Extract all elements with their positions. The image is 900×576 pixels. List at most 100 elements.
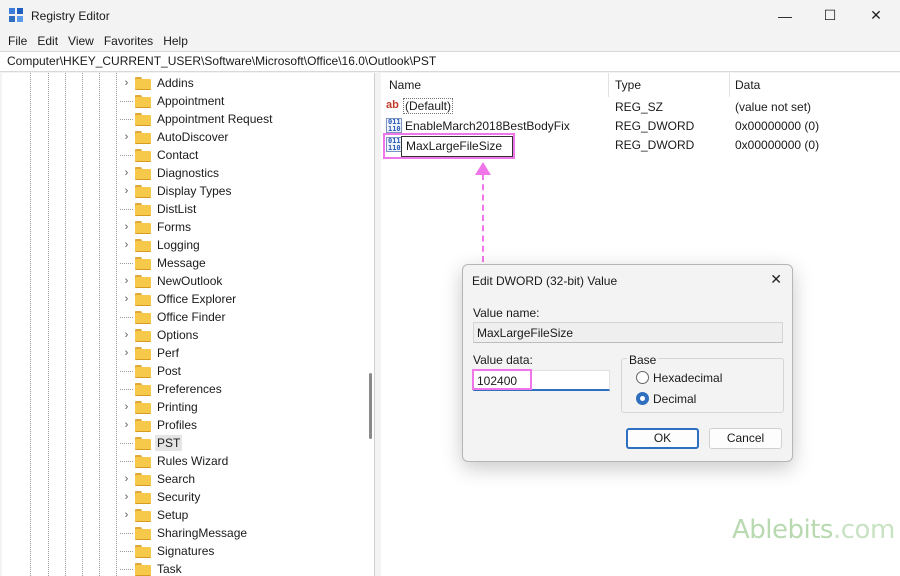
tree-item[interactable]: Signatures [120,542,214,560]
column-header-data[interactable]: Data [735,73,760,97]
folder-icon [135,490,151,504]
base-group-label: Base [627,353,659,367]
tree-item[interactable]: DistList [120,200,196,218]
value-name-field[interactable]: MaxLargeFileSize [473,322,783,343]
tree-item[interactable]: PST [120,434,183,452]
chevron-right-icon[interactable]: › [120,77,133,89]
tree-guide-line [99,73,100,576]
key-tree[interactable]: › Addins Appointment Appointment Request › Au… [2,73,375,576]
value-name-label: Value name: [473,306,540,320]
tree-item-label: Office Explorer [157,292,237,306]
chevron-right-icon[interactable]: › [120,491,133,503]
tree-item[interactable]: › Options [120,326,199,344]
tree-item[interactable]: › Forms [120,218,191,236]
chevron-right-icon[interactable]: › [120,509,133,521]
hexadecimal-label[interactable]: Hexadecimal [653,371,722,385]
tree-item[interactable]: Rules Wizard [120,452,228,470]
column-header-type[interactable]: Type [615,73,641,97]
tree-item[interactable]: Message [120,254,206,272]
tree-item[interactable]: › Security [120,488,201,506]
tree-item[interactable]: SharingMessage [120,524,247,542]
edit-dword-dialog: Edit DWORD (32-bit) Value ✕ Value name: … [462,264,793,462]
maximize-button[interactable]: ☐ [807,0,853,31]
tree-item[interactable]: › Display Types [120,182,232,200]
folder-icon [135,364,151,378]
tree-item-label: NewOutlook [157,274,223,288]
menu-bar: File Edit View Favorites Help [0,31,900,51]
chevron-right-icon[interactable]: › [120,329,133,341]
tree-connector [120,154,133,156]
tree-item[interactable]: › Addins [120,74,194,92]
tree-item[interactable]: › Office Explorer [120,290,237,308]
decimal-radio[interactable] [636,392,649,405]
tree-connector [120,316,133,318]
chevron-right-icon[interactable]: › [120,185,133,197]
column-divider[interactable] [729,73,730,97]
chevron-right-icon[interactable]: › [120,131,133,143]
minimize-button[interactable]: — [762,0,808,31]
tree-guide-line [65,73,66,576]
chevron-right-icon[interactable]: › [120,473,133,485]
chevron-right-icon[interactable]: › [120,221,133,233]
folder-icon [135,526,151,540]
menu-help[interactable]: Help [158,31,193,51]
tree-item[interactable]: Post [120,362,181,380]
decimal-label[interactable]: Decimal [653,392,696,406]
tree-item-label: DistList [157,202,197,216]
menu-view[interactable]: View [63,31,99,51]
chevron-right-icon[interactable]: › [120,347,133,359]
address-bar[interactable]: Computer\HKEY_CURRENT_USER\Software\Micr… [0,51,900,72]
tree-connector [120,100,133,102]
tree-item[interactable]: Appointment [120,92,224,110]
tree-item-label: SharingMessage [157,526,248,540]
folder-icon [135,310,151,324]
tree-scrollbar-thumb[interactable] [369,373,372,439]
tree-item[interactable]: Contact [120,146,198,164]
folder-icon [135,454,151,468]
tree-item[interactable]: › Perf [120,344,179,362]
tree-connector [120,262,133,264]
folder-icon [135,76,151,90]
tree-item[interactable]: › Logging [120,236,200,254]
tree-item[interactable]: › Diagnostics [120,164,219,182]
column-divider[interactable] [608,73,609,97]
chevron-right-icon[interactable]: › [120,293,133,305]
menu-favorites[interactable]: Favorites [99,31,158,51]
value-type: REG_DWORD [615,138,695,152]
tree-item[interactable]: › Printing [120,398,198,416]
close-button[interactable]: ✕ [853,0,899,31]
tree-item[interactable]: Office Finder [120,308,225,326]
folder-icon [135,202,151,216]
tree-item-label: Office Finder [157,310,226,324]
cancel-button[interactable]: Cancel [709,428,782,449]
tree-item[interactable]: › Setup [120,506,189,524]
tree-item[interactable]: Appointment Request [120,110,272,128]
chevron-right-icon[interactable]: › [120,419,133,431]
tree-item[interactable]: › AutoDiscover [120,128,229,146]
ok-button[interactable]: OK [626,428,699,449]
folder-icon [135,328,151,342]
folder-icon [135,220,151,234]
window-title: Registry Editor [31,9,110,23]
tree-item[interactable]: › Profiles [120,416,197,434]
chevron-right-icon[interactable]: › [120,275,133,287]
tree-item[interactable]: Preferences [120,380,222,398]
tree-item[interactable]: › NewOutlook [120,272,223,290]
menu-edit[interactable]: Edit [32,31,63,51]
chevron-right-icon[interactable]: › [120,401,133,413]
dialog-close-icon[interactable]: ✕ [770,271,782,288]
hexadecimal-radio[interactable] [636,371,649,384]
value-data: 0x00000000 (0) [735,138,820,152]
tree-item-label: Preferences [157,382,222,396]
column-header-name[interactable]: Name [389,73,421,97]
tree-item[interactable]: › Search [120,470,195,488]
highlight-value-data [472,369,532,390]
watermark-suffix: .com [832,515,895,545]
value-row-default[interactable]: ab (Default) REG_SZ (value not set) [381,97,900,116]
menu-file[interactable]: File [3,31,32,51]
folder-icon [135,274,151,288]
tree-item[interactable]: Task [120,560,182,576]
chevron-right-icon[interactable]: › [120,167,133,179]
tree-connector [120,532,133,534]
chevron-right-icon[interactable]: › [120,239,133,251]
